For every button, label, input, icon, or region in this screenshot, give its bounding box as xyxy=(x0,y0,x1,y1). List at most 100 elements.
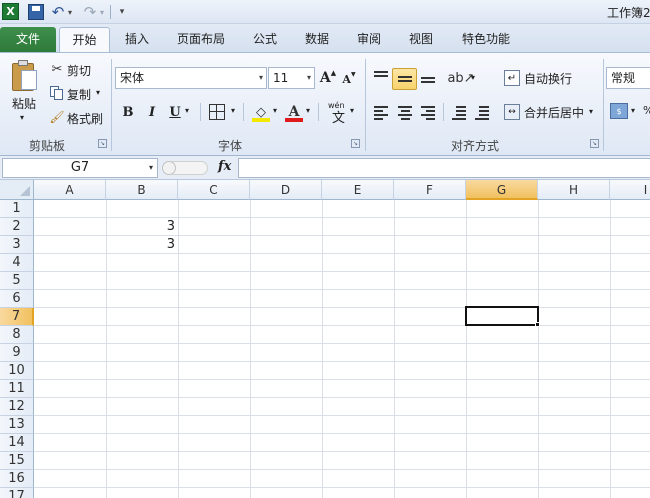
tab-data[interactable]: 数据 xyxy=(298,27,336,52)
align-bottom-icon[interactable] xyxy=(421,77,435,83)
cell-b3[interactable]: 3 xyxy=(106,236,178,254)
column-header-c[interactable]: C xyxy=(178,180,250,200)
accounting-dropdown-icon[interactable]: ▾ xyxy=(631,106,635,115)
shrink-font-icon[interactable]: A ▼ xyxy=(342,70,356,88)
excel-logo-icon[interactable]: X xyxy=(2,3,19,20)
align-top-icon[interactable] xyxy=(374,71,388,81)
underline-button[interactable]: U xyxy=(168,103,182,121)
row-header-16[interactable]: 16 xyxy=(0,470,34,488)
column-header-f[interactable]: F xyxy=(394,180,466,200)
percent-icon[interactable]: % xyxy=(643,104,650,117)
format-painter-button[interactable]: 格式刷 xyxy=(67,110,103,127)
align-middle-button[interactable] xyxy=(392,68,417,90)
merge-center-dropdown-icon[interactable]: ▾ xyxy=(589,107,593,116)
align-center-icon[interactable] xyxy=(398,106,412,120)
tab-page-layout[interactable]: 页面布局 xyxy=(170,27,232,52)
italic-button[interactable]: I xyxy=(144,103,160,121)
undo-icon[interactable]: ↶ xyxy=(50,3,66,21)
tab-formulas[interactable]: 公式 xyxy=(246,27,284,52)
tab-home[interactable]: 开始 xyxy=(59,27,110,53)
row-header-5[interactable]: 5 xyxy=(0,272,34,290)
cancel-enter-toggle-icon[interactable] xyxy=(162,161,176,175)
row-header-3[interactable]: 3 xyxy=(0,236,34,254)
font-color-icon[interactable]: A xyxy=(285,102,303,122)
name-box-value: G7 xyxy=(70,160,90,175)
chevron-down-icon[interactable]: ▾ xyxy=(149,159,153,177)
phonetic-dropdown-icon[interactable]: ▾ xyxy=(350,106,354,115)
font-size-combo[interactable]: 11 ▾ xyxy=(268,67,315,89)
border-dropdown-icon[interactable]: ▾ xyxy=(231,106,235,115)
column-header-e[interactable]: E xyxy=(322,180,394,200)
row-gridline xyxy=(34,451,650,452)
paste-button[interactable]: 粘贴 xyxy=(12,95,36,112)
row-header-13[interactable]: 13 xyxy=(0,416,34,434)
row-header-4[interactable]: 4 xyxy=(0,254,34,272)
row-header-1[interactable]: 1 xyxy=(0,200,34,218)
bold-button[interactable]: B xyxy=(120,103,136,121)
copy-dropdown-icon[interactable]: ▾ xyxy=(96,88,100,97)
column-header-b[interactable]: B xyxy=(106,180,178,200)
orientation-icon[interactable]: ab↗ xyxy=(447,69,474,87)
row-header-17[interactable]: 17 xyxy=(0,488,34,498)
tab-review[interactable]: 审阅 xyxy=(350,27,388,52)
chevron-down-icon[interactable]: ▾ xyxy=(259,68,263,88)
border-icon[interactable] xyxy=(209,104,225,120)
row-header-10[interactable]: 10 xyxy=(0,362,34,380)
paste-icon[interactable] xyxy=(9,59,39,93)
orientation-dropdown-icon[interactable]: ▾ xyxy=(471,73,475,82)
row-header-12[interactable]: 12 xyxy=(0,398,34,416)
formula-input[interactable] xyxy=(238,158,650,178)
fill-color-dropdown-icon[interactable]: ▾ xyxy=(273,106,277,115)
tab-special-features[interactable]: 特色功能 xyxy=(454,27,518,52)
phonetic-guide-icon[interactable]: 文 xyxy=(332,107,345,126)
align-left-icon[interactable] xyxy=(374,106,388,120)
copy-button[interactable]: 复制 xyxy=(67,86,91,103)
save-icon[interactable] xyxy=(28,4,44,20)
underline-dropdown-icon[interactable]: ▾ xyxy=(185,106,189,115)
accounting-format-icon[interactable]: $ xyxy=(610,103,628,119)
column-header-i[interactable]: I xyxy=(610,180,650,200)
insert-function-icon[interactable]: fx xyxy=(218,159,231,174)
row-header-15[interactable]: 15 xyxy=(0,452,34,470)
row-header-9[interactable]: 9 xyxy=(0,344,34,362)
column-header-h[interactable]: H xyxy=(538,180,610,200)
row-header-7[interactable]: 7 xyxy=(0,308,34,326)
increase-indent-icon[interactable] xyxy=(475,106,489,120)
redo-icon[interactable]: ↷ xyxy=(82,3,98,21)
undo-dropdown-icon[interactable]: ▾ xyxy=(68,3,72,21)
tab-insert[interactable]: 插入 xyxy=(118,27,156,52)
redo-dropdown-icon[interactable]: ▾ xyxy=(100,3,104,21)
wrap-text-button[interactable]: 自动换行 xyxy=(524,70,572,87)
font-launcher-icon[interactable]: ↘ xyxy=(351,139,360,148)
row-header-11[interactable]: 11 xyxy=(0,380,34,398)
select-all-button[interactable] xyxy=(0,180,34,200)
customize-toolbar-icon[interactable]: ▾ xyxy=(116,3,128,21)
name-box[interactable]: G7 ▾ xyxy=(2,158,158,178)
decrease-indent-icon[interactable] xyxy=(452,106,466,120)
tab-view[interactable]: 视图 xyxy=(402,27,440,52)
fill-handle[interactable] xyxy=(535,322,540,327)
row-header-8[interactable]: 8 xyxy=(0,326,34,344)
column-header-d[interactable]: D xyxy=(250,180,322,200)
chevron-down-icon[interactable]: ▾ xyxy=(307,68,311,88)
fill-color-icon[interactable]: ◇ xyxy=(252,102,270,122)
row-header-6[interactable]: 6 xyxy=(0,290,34,308)
worksheet-grid[interactable]: ABCDEFGHI 1 2 3 4 5 6 7 8 9 10 11 12 13 14 15 16 17 3 3 xyxy=(0,180,650,498)
alignment-launcher-icon[interactable]: ↘ xyxy=(590,139,599,148)
align-right-icon[interactable] xyxy=(421,106,435,120)
clipboard-launcher-icon[interactable]: ↘ xyxy=(98,139,107,148)
active-cell-g7[interactable] xyxy=(465,306,539,326)
tab-file[interactable]: 文件 xyxy=(0,27,56,52)
column-header-g[interactable]: G xyxy=(466,180,538,200)
cut-button[interactable]: 剪切 xyxy=(67,62,91,79)
cell-b2[interactable]: 3 xyxy=(106,218,178,236)
column-header-a[interactable]: A xyxy=(34,180,106,200)
paste-dropdown-icon[interactable]: ▾ xyxy=(20,113,24,122)
number-format-combo[interactable]: 常规 xyxy=(606,67,650,89)
font-color-dropdown-icon[interactable]: ▾ xyxy=(306,106,310,115)
row-header-2[interactable]: 2 xyxy=(0,218,34,236)
grow-font-icon[interactable]: A ▲ xyxy=(320,68,336,88)
row-header-14[interactable]: 14 xyxy=(0,434,34,452)
font-name-combo[interactable]: 宋体 ▾ xyxy=(115,67,267,89)
merge-center-button[interactable]: 合并后居中 xyxy=(524,104,584,121)
